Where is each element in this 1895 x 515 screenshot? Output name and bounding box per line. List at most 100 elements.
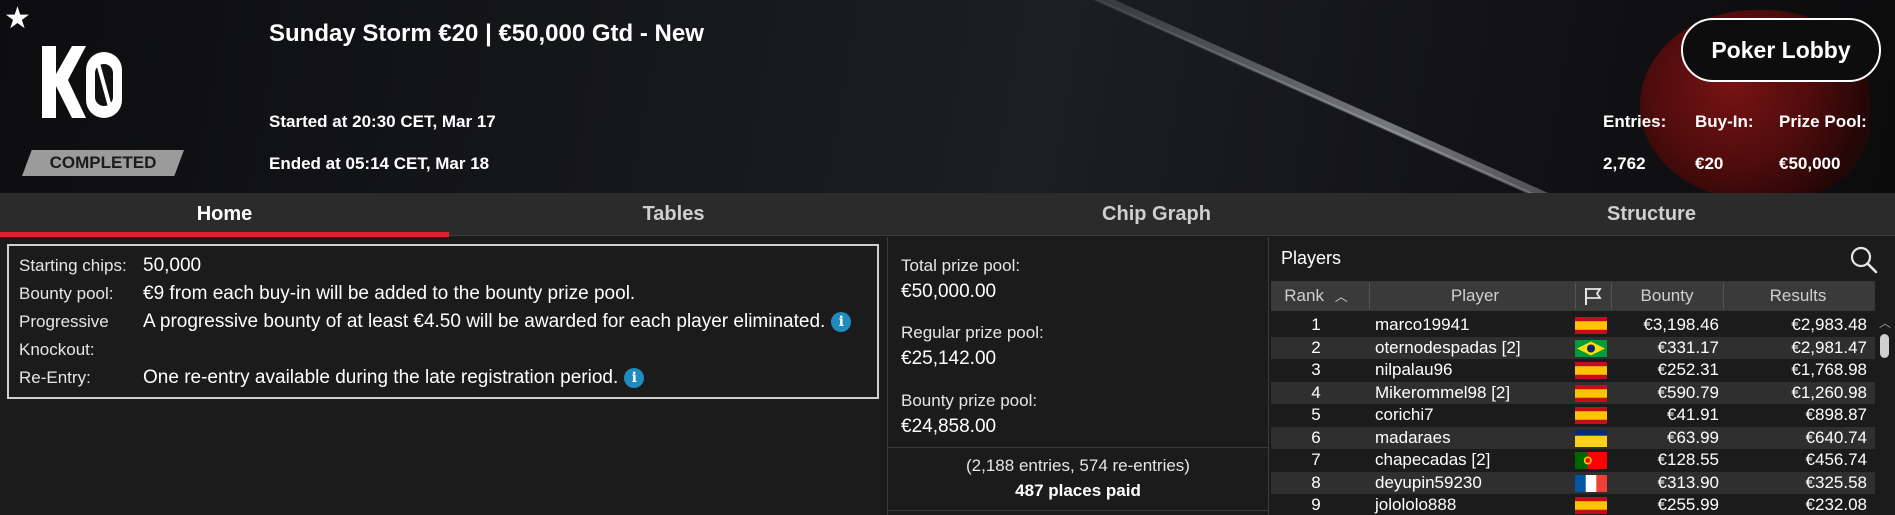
starting-chips-value: 50,000	[143, 255, 202, 276]
player-name: madaraes	[1375, 427, 1451, 447]
total-prize-pool-label: Total prize pool:	[901, 256, 1021, 275]
player-rank: 9	[1311, 495, 1321, 514]
status-badge: COMPLETED	[22, 150, 184, 176]
players-table-header: Rank ︿ Player Bounty Results	[1271, 281, 1875, 311]
table-row[interactable]: 9 jolololo888 €255.99 €232.08	[1271, 494, 1875, 515]
player-bounty: €128.55	[1657, 450, 1719, 469]
country-flag-icon	[1575, 474, 1607, 492]
player-name: chapecadas [2]	[1375, 450, 1491, 469]
player-rank: 3	[1311, 360, 1321, 379]
tournament-title: Sunday Storm €20 | €50,000 Gtd - New	[269, 20, 704, 47]
player-result: €1,260.98	[1791, 382, 1867, 402]
entries-label: Entries:	[1603, 112, 1667, 131]
player-result: €640.74	[1805, 427, 1867, 447]
tournament-header: ★ COMPLETED Sunday Storm €20 | €50,000 G…	[0, 0, 1895, 193]
column-separator	[1369, 283, 1370, 309]
player-result: €2,983.48	[1791, 315, 1867, 334]
player-name: Mikerommel98 [2]	[1375, 382, 1511, 402]
scrollbar-thumb[interactable]	[1880, 334, 1889, 358]
country-flag-icon	[1575, 362, 1607, 379]
player-name: marco19941	[1375, 315, 1470, 334]
progressive-knockout-label: Progressive Knockout:	[19, 308, 129, 364]
player-rank: 1	[1311, 315, 1321, 334]
prize-pool-value: €50,000	[1779, 154, 1841, 173]
prize-pool-label: Prize Pool:	[1779, 112, 1867, 131]
table-row[interactable]: 5 corichi7 €41.91 €898.87	[1271, 404, 1875, 426]
player-bounty: €41.91	[1667, 405, 1719, 424]
places-paid: 487 places paid	[1015, 481, 1141, 500]
country-flag-icon	[1575, 452, 1607, 469]
country-flag-icon	[1575, 407, 1607, 424]
column-divider	[1268, 237, 1269, 515]
start-time: Started at 20:30 CET, Mar 17	[269, 112, 496, 131]
player-bounty: €255.99	[1657, 495, 1719, 514]
table-row[interactable]: 3 nilpalau96 €252.31 €1,768.98	[1271, 359, 1875, 381]
column-results[interactable]: Results	[1723, 281, 1873, 311]
reentry-value: One re-entry available during the late r…	[143, 364, 863, 392]
tab-home[interactable]: Home	[0, 193, 449, 235]
tab-chip-graph[interactable]: Chip Graph	[932, 193, 1381, 235]
country-flag-icon	[1575, 384, 1607, 402]
player-rank: 8	[1311, 472, 1321, 492]
player-rank: 4	[1311, 382, 1321, 402]
table-row[interactable]: 7 chapecadas [2] €128.55 €456.74	[1271, 449, 1875, 471]
column-rank-label: Rank	[1284, 286, 1324, 305]
players-table-body: 1 marco19941 €3,198.46 €2,983.48 2 oternodesp…	[1271, 314, 1875, 515]
sort-ascending-icon: ︿	[1334, 289, 1348, 304]
player-result: €325.58	[1805, 472, 1867, 492]
country-flag-icon	[1575, 339, 1607, 357]
country-flag-icon	[1575, 317, 1607, 334]
knockout-logo	[42, 46, 122, 118]
poker-lobby-button[interactable]: Poker Lobby	[1681, 18, 1881, 82]
column-rank[interactable]: Rank ︿	[1271, 281, 1361, 311]
player-result: €232.08	[1805, 495, 1867, 514]
country-flag-icon	[1575, 497, 1607, 514]
player-result: €898.87	[1805, 405, 1867, 424]
players-panel-title: Players	[1281, 248, 1342, 268]
column-player[interactable]: Player	[1375, 281, 1575, 311]
progressive-knockout-value: A progressive bounty of at least €4.50 w…	[143, 308, 863, 336]
buyin-label: Buy-In:	[1695, 112, 1754, 131]
table-row[interactable]: 4 Mikerommel98 [2] €590.79 €1,260.98	[1271, 381, 1875, 404]
reentry-text: One re-entry available during the late r…	[143, 367, 619, 388]
player-name: jolololo888	[1375, 495, 1457, 514]
tab-tables[interactable]: Tables	[449, 193, 898, 235]
progressive-label-line2: Knockout:	[19, 340, 95, 359]
scroll-up-icon[interactable]: ︿	[1879, 314, 1891, 331]
table-row[interactable]: 1 marco19941 €3,198.46 €2,983.48	[1271, 314, 1875, 336]
tab-bar: Home Tables Chip Graph Structure	[0, 193, 1895, 236]
column-bounty[interactable]: Bounty	[1611, 281, 1723, 311]
bounty-prize-pool-value: €24,858.00	[901, 416, 997, 437]
player-name: deyupin59230	[1375, 472, 1482, 492]
reentry-label: Re-Entry:	[19, 368, 91, 387]
player-rank: 5	[1311, 405, 1321, 424]
player-result: €456.74	[1805, 450, 1867, 469]
end-time: Ended at 05:14 CET, Mar 18	[269, 154, 490, 173]
player-bounty: €313.90	[1657, 472, 1719, 492]
player-rank: 6	[1311, 427, 1321, 447]
entries-breakdown: (2,188 entries, 574 re-entries)	[966, 456, 1190, 475]
regular-prize-pool-value: €25,142.00	[901, 348, 997, 369]
column-country[interactable]	[1575, 281, 1611, 311]
bounty-pool-value: €9 from each buy-in will be added to the…	[143, 283, 636, 304]
starting-chips-label: Starting chips:	[19, 256, 127, 275]
search-icon[interactable]	[1849, 245, 1879, 275]
player-bounty: €590.79	[1657, 382, 1719, 402]
info-icon[interactable]: i	[831, 311, 852, 332]
player-bounty: €331.17	[1657, 337, 1719, 357]
tab-structure[interactable]: Structure	[1427, 193, 1876, 235]
player-rank: 2	[1311, 337, 1321, 357]
table-row[interactable]: 8 deyupin59230 €313.90 €325.58	[1271, 471, 1875, 494]
active-tab-indicator	[0, 232, 449, 237]
player-name: corichi7	[1375, 405, 1434, 424]
info-icon[interactable]: i	[624, 367, 645, 388]
table-row[interactable]: 2 oternodespadas [2] €331.17 €2,981.47	[1271, 336, 1875, 359]
table-row[interactable]: 6 madaraes €63.99 €640.74	[1271, 426, 1875, 449]
progressive-knockout-text: A progressive bounty of at least €4.50 w…	[143, 311, 826, 332]
player-bounty: €252.31	[1657, 360, 1719, 379]
bounty-prize-pool-label: Bounty prize pool:	[901, 391, 1038, 410]
divider	[888, 447, 1268, 448]
divider	[888, 510, 1268, 511]
player-result: €1,768.98	[1791, 360, 1867, 379]
favorite-star-icon[interactable]: ★	[4, 4, 31, 34]
